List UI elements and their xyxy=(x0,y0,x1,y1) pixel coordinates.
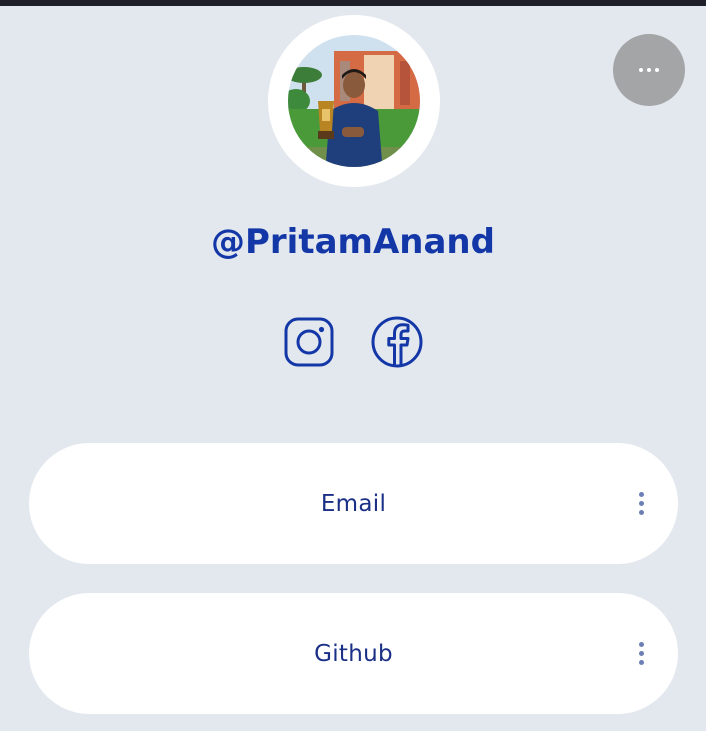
kebab-dot xyxy=(638,651,644,656)
link-card-github[interactable]: Github xyxy=(29,593,678,714)
more-dot xyxy=(655,68,659,72)
kebab-menu-icon[interactable] xyxy=(633,489,649,519)
more-horizontal-icon xyxy=(639,68,643,72)
social-links xyxy=(0,316,706,368)
kebab-menu-icon[interactable] xyxy=(633,639,649,669)
avatar xyxy=(268,15,440,187)
instagram-icon[interactable] xyxy=(283,316,335,368)
profile-username: @PritamAnand xyxy=(211,222,495,262)
facebook-icon[interactable] xyxy=(371,316,423,368)
link-label-github: Github xyxy=(314,640,393,667)
link-label-email: Email xyxy=(320,490,387,517)
avatar-photo xyxy=(268,15,440,187)
kebab-dot xyxy=(638,501,644,506)
more-options-button[interactable] xyxy=(613,34,685,106)
kebab-dot xyxy=(638,492,644,497)
kebab-dot xyxy=(638,510,644,515)
top-status-strip xyxy=(0,0,706,6)
link-card-email[interactable]: Email xyxy=(29,443,678,564)
kebab-dot xyxy=(638,660,644,665)
more-dot xyxy=(647,68,651,72)
kebab-dot xyxy=(638,642,644,647)
